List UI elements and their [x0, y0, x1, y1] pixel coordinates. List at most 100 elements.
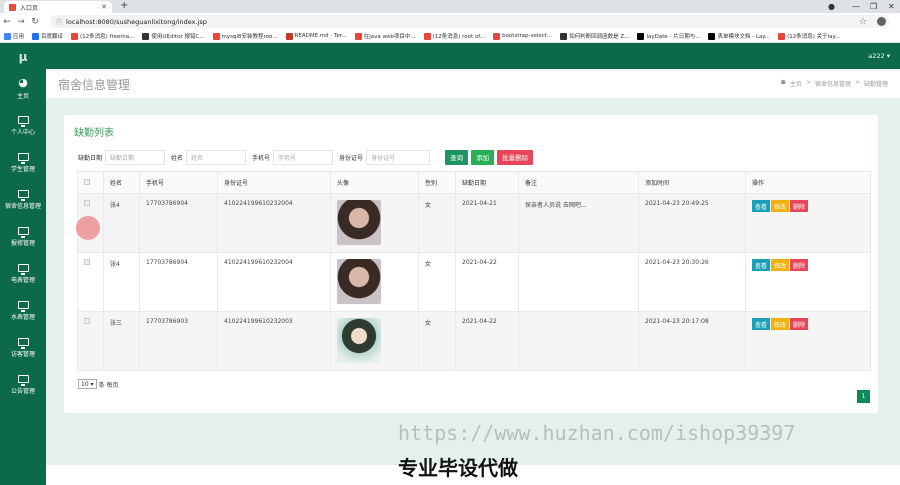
forward-icon[interactable]: → [14, 17, 28, 27]
user-menu[interactable]: a222 ▾ [868, 52, 890, 60]
delete-button[interactable]: 删除 [790, 200, 809, 212]
sidebar-item[interactable]: ◕ 主页 [0, 70, 46, 107]
sidebar-item[interactable]: 水表管理 [0, 292, 46, 329]
delete-button[interactable]: 删除 [790, 318, 809, 330]
phone-input[interactable]: 手机号 [273, 149, 334, 165]
sidebar-item[interactable]: 学生管理 [0, 144, 46, 181]
maximize-icon[interactable]: ❐ [870, 0, 877, 13]
name-input[interactable]: 姓名 [186, 149, 247, 165]
bookmark-label: 百度翻译 [41, 34, 64, 40]
column-header: 身份证号 [217, 171, 331, 194]
bookmark-item[interactable]: layDate - 片日期与... [637, 32, 700, 40]
bookmark-favicon-icon [354, 32, 362, 40]
reload-icon[interactable]: ↻ [28, 17, 42, 27]
bookmark-item[interactable]: 在java web项目中... [354, 32, 416, 40]
new-tab-icon[interactable]: + [120, 0, 128, 12]
phone-cell: 17703786904 [139, 193, 218, 253]
column-header: 头像 [330, 171, 419, 194]
delete-button[interactable]: 删除 [790, 259, 809, 271]
sidebar-item[interactable]: 电表管理 [0, 255, 46, 292]
bookmark-item[interactable]: 表单模块文档 - Lay... [708, 32, 770, 40]
browser-profile-icon[interactable]: ● [828, 0, 835, 13]
column-header: 性别 [418, 171, 456, 194]
view-button[interactable]: 查看 [752, 259, 771, 271]
close-tab-icon[interactable]: ✕ [101, 3, 107, 11]
bookmark-label: (12条消息) 关于lay... [787, 34, 841, 40]
watermark-text: https://www.huzhan.com/ishop39397 [398, 421, 796, 445]
query-button[interactable]: 查询 [445, 149, 469, 165]
browser-tab[interactable]: 入口页 ✕ [4, 1, 112, 13]
name-cell: 张4 [103, 193, 140, 253]
name-cell: 张4 [103, 252, 140, 312]
search-form: 缺勤日期 缺勤日期 姓名 姓名 手机号 手机号 身份证号 身份证号 查询 添加 … [78, 149, 536, 165]
tab-title: 入口页 [20, 4, 39, 12]
sidebar-item-label: 宿舍信息管理 [4, 202, 41, 210]
sidebar-item[interactable]: 公告管理 [0, 366, 46, 403]
bookmark-item[interactable]: (12条消息) freema... [71, 32, 134, 40]
sidebar-item[interactable]: 个人中心 [0, 107, 46, 144]
bookmark-favicon-icon [708, 32, 716, 40]
overlay-caption: 专业毕设代做 [398, 456, 518, 480]
row-checkbox[interactable] [84, 259, 90, 265]
browser-tabstrip: 入口页 ✕ + ● — ❐ ✕ [0, 0, 900, 13]
bookmark-item[interactable]: README.md · Ter... [285, 32, 347, 40]
bookmark-label: 应用 [13, 34, 25, 40]
note-cell [518, 311, 639, 371]
batch-delete-button[interactable]: 批量删除 [497, 149, 534, 165]
sidebar-item[interactable]: 访客管理 [0, 329, 46, 366]
bookmark-item[interactable]: 使用UEditor 报错C... [142, 32, 205, 40]
bookmark-item[interactable]: 如何判断回调函数是 Z... [560, 32, 629, 40]
edit-button[interactable]: 修改 [771, 200, 790, 212]
date-cell: 2021-04-22 [455, 252, 519, 312]
column-header: 缺勤日期 [455, 171, 519, 194]
bookmark-favicon-icon [423, 32, 431, 40]
view-button[interactable]: 查看 [752, 200, 771, 212]
minimize-icon[interactable]: — [852, 0, 860, 13]
bookmark-item[interactable]: 百度翻译 [32, 32, 63, 40]
profile-avatar-icon[interactable] [877, 17, 886, 26]
id-input[interactable]: 身份证号 [366, 149, 431, 165]
date-cell: 2021-04-21 [455, 193, 519, 253]
select-all-checkbox[interactable] [84, 178, 90, 185]
phone-label: 手机号 [252, 154, 271, 162]
url-field[interactable]: ⓘ localhost:8080/susheguanlixitong/index… [50, 15, 890, 28]
date-input[interactable]: 缺勤日期 [105, 149, 166, 165]
bookmark-item[interactable]: mysql8安装教程roo... [212, 32, 278, 40]
view-button[interactable]: 查看 [752, 318, 771, 330]
address-bar-row: ← → ↻ ⓘ localhost:8080/susheguanlixitong… [0, 13, 900, 30]
close-window-icon[interactable]: ✕ [888, 0, 895, 13]
row-checkbox[interactable] [84, 318, 90, 324]
added-time-cell: 2021-04-23 20:49:25 [638, 193, 746, 253]
url-text: localhost:8080/susheguanlixitong/index.j… [66, 17, 207, 26]
breadcrumb-section[interactable]: 宿舍信息管理 [815, 79, 851, 88]
bookmark-item[interactable]: 应用 [4, 32, 24, 40]
pagination-page[interactable]: 1 [857, 390, 870, 403]
sidebar-item[interactable]: 宿舍信息管理 [0, 181, 46, 218]
bookmark-favicon-icon [285, 32, 293, 40]
id-label: 身份证号 [339, 154, 364, 162]
header-checkbox-cell [77, 171, 104, 194]
table-header-row: 姓名 手机号 身份证号 头像 性别 缺勤日期 备注 添加时间 操作 [77, 171, 871, 194]
bookmark-label: layDate - 片日期与... [646, 34, 701, 40]
absence-list-card: 缺勤列表 缺勤日期 缺勤日期 姓名 姓名 手机号 手机号 身份证号 身份证号 查… [64, 115, 878, 413]
edit-button[interactable]: 修改 [771, 318, 790, 330]
monitor-icon [17, 263, 29, 275]
bookmark-item[interactable]: (12条消息) 关于lay... [778, 32, 840, 40]
table-row: 张4 17703786904 410224199610232004 女 2021-04-… [77, 193, 871, 253]
bookmark-item[interactable]: (12条消息) root of... [423, 32, 485, 40]
ops-cell: 查看 修改 删除 [745, 311, 871, 371]
bookmark-item[interactable]: bootstrap-select... [493, 32, 552, 40]
bookmark-favicon-icon [71, 32, 79, 40]
bookmarks-bar: 应用 百度翻译 (12条消息) freema... 使用UEditor 报错C... m… [0, 30, 900, 43]
add-button[interactable]: 添加 [471, 149, 495, 165]
column-header: 备注 [518, 171, 639, 194]
sidebar-item[interactable]: 报修管理 [0, 218, 46, 255]
row-checkbox[interactable] [84, 200, 90, 206]
star-icon[interactable]: ☆ [859, 17, 867, 27]
back-icon[interactable]: ← [0, 17, 14, 27]
info-icon[interactable]: ⓘ [56, 17, 62, 26]
monitor-icon [17, 115, 29, 127]
page-size-select[interactable]: 10 ▾ [78, 379, 97, 389]
edit-button[interactable]: 修改 [771, 259, 790, 271]
breadcrumb-home[interactable]: 主页 [790, 79, 802, 88]
